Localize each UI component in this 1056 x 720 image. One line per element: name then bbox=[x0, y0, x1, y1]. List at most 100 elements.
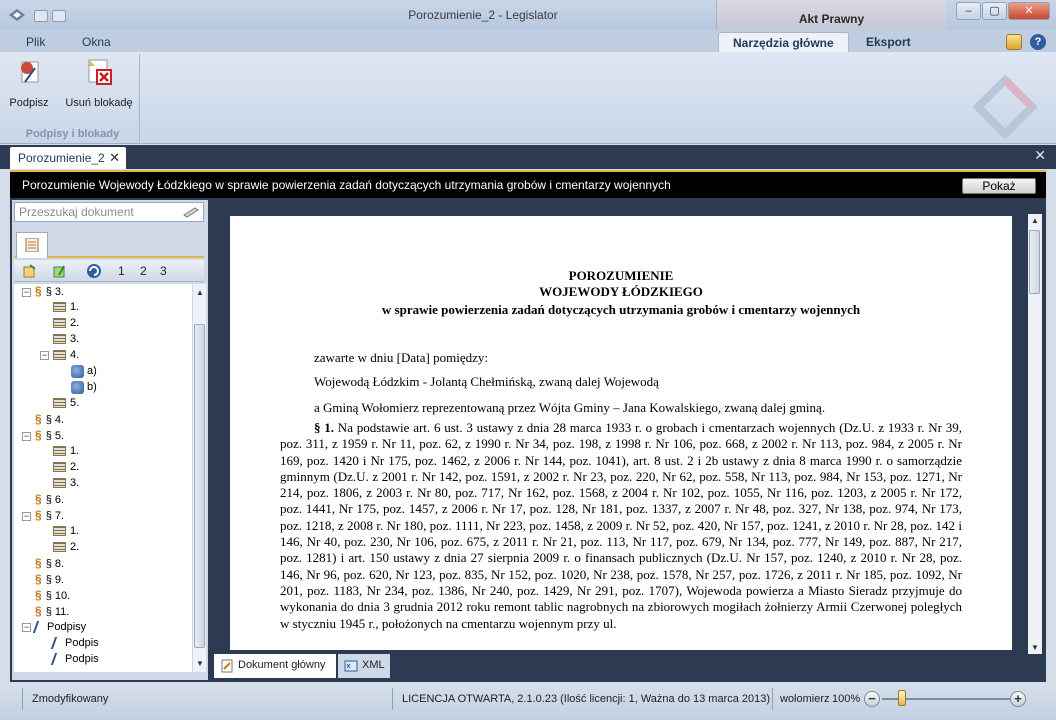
paragraph-label: § 1. bbox=[314, 420, 335, 435]
status-location: wolomierz bbox=[780, 693, 830, 705]
document-page[interactable]: POROZUMIENIE WOJEWODY ŁÓDZKIEGO w sprawi… bbox=[230, 216, 1012, 650]
tree-node-label: § 8. bbox=[45, 558, 65, 570]
tab-eksport[interactable]: Eksport bbox=[852, 32, 925, 52]
tree-node-label: 5. bbox=[70, 397, 80, 409]
tree-node[interactable]: 3. bbox=[40, 332, 79, 348]
maximize-button[interactable]: ▢ bbox=[982, 2, 1007, 20]
tree-node[interactable]: § § 4. bbox=[22, 412, 64, 428]
zoom-out-button[interactable]: − bbox=[864, 691, 880, 707]
search-icon[interactable] bbox=[183, 206, 199, 218]
context-tab-title: Akt Prawny bbox=[798, 12, 865, 26]
collapse-icon[interactable] bbox=[52, 263, 68, 279]
tree-node[interactable]: b) bbox=[58, 380, 97, 396]
tree-node[interactable]: a) bbox=[58, 364, 97, 380]
tree-node-label: 4. bbox=[70, 349, 80, 361]
refresh-icon[interactable] bbox=[86, 263, 102, 279]
point-icon bbox=[53, 542, 66, 553]
level-1-button[interactable]: 1 bbox=[118, 264, 125, 278]
signature-icon bbox=[50, 653, 62, 666]
status-separator bbox=[772, 688, 773, 710]
doc-title-line: w sprawie powierzenia zadań dotyczących … bbox=[381, 302, 861, 317]
tree-node[interactable]: 3. bbox=[40, 476, 79, 492]
tree-scroll-thumb[interactable] bbox=[194, 324, 205, 648]
tree-node[interactable]: − § § 7. bbox=[22, 508, 64, 524]
level-2-button[interactable]: 2 bbox=[140, 264, 147, 278]
sign-button[interactable]: Podpisz bbox=[8, 56, 50, 109]
folder-icon[interactable] bbox=[1006, 34, 1022, 50]
letter-icon bbox=[71, 364, 84, 378]
document-tab[interactable]: Porozumienie_2 ✕ bbox=[10, 147, 126, 169]
xml-icon bbox=[344, 660, 358, 672]
point-icon bbox=[53, 446, 66, 457]
tab-narzedzia-glowne[interactable]: Narzędzia główne bbox=[718, 32, 849, 52]
tree-node[interactable]: 2. bbox=[40, 460, 79, 476]
status-bar: Zmodyfikowany LICENCJA OTWARTA, 2.1.0.23… bbox=[0, 682, 1056, 720]
tree-node[interactable]: 1. bbox=[40, 524, 79, 540]
tree-node[interactable]: 2. bbox=[40, 316, 79, 332]
menu-okna[interactable]: Okna bbox=[82, 35, 111, 49]
doc-paragraph: § 1. Na podstawie art. 6 ust. 3 ustawy z… bbox=[280, 420, 962, 632]
tree-node[interactable]: 1. bbox=[40, 300, 79, 316]
tree-node[interactable]: § § 9. bbox=[22, 572, 64, 588]
collapse-toggle-icon[interactable]: − bbox=[22, 622, 31, 632]
scroll-up-icon[interactable]: ▲ bbox=[196, 288, 204, 297]
paragraph-icon: § bbox=[35, 428, 42, 442]
status-state: Zmodyfikowany bbox=[32, 693, 109, 705]
tree-node[interactable]: 1. bbox=[40, 444, 79, 460]
tree-node[interactable]: 5. bbox=[40, 396, 79, 412]
document-icon bbox=[221, 659, 233, 673]
collapse-toggle-icon[interactable]: − bbox=[22, 431, 31, 441]
tree-node[interactable]: − Podpisy bbox=[22, 620, 86, 636]
close-tab-icon[interactable]: ✕ bbox=[109, 150, 120, 166]
tree-node[interactable]: § § 6. bbox=[22, 492, 64, 508]
tree-scrollbar[interactable]: ▲ ▼ bbox=[192, 284, 206, 672]
search-input[interactable]: Przeszukaj dokument bbox=[14, 202, 204, 222]
structure-tab[interactable] bbox=[16, 232, 48, 258]
menu-plik[interactable]: Plik bbox=[26, 35, 45, 49]
tree-node[interactable]: − 4. bbox=[40, 348, 79, 364]
zoom-slider-thumb[interactable] bbox=[897, 690, 906, 706]
zoom-in-button[interactable]: + bbox=[1010, 691, 1026, 707]
tree-node-label: § 3. bbox=[45, 286, 65, 298]
structure-icon bbox=[25, 238, 39, 252]
collapse-toggle-icon[interactable]: − bbox=[40, 350, 49, 360]
tree-node[interactable]: § § 8. bbox=[22, 556, 64, 572]
ribbon-group-label: Podpisy i blokady bbox=[25, 128, 120, 140]
point-icon bbox=[53, 478, 66, 489]
tree-node-label: § 9. bbox=[45, 574, 65, 586]
scroll-up-icon[interactable]: ▲ bbox=[1031, 216, 1039, 225]
close-button[interactable]: ✕ bbox=[1008, 2, 1050, 20]
document-scrollbar[interactable]: ▲ ▼ bbox=[1028, 214, 1042, 654]
tree-node[interactable]: § § 10. bbox=[22, 588, 70, 604]
paragraph-icon: § bbox=[35, 412, 42, 426]
tree-node-label: § 5. bbox=[45, 430, 65, 442]
document-tab-label: Porozumienie_2 bbox=[18, 151, 105, 165]
tree-node[interactable]: § § 11. bbox=[22, 604, 69, 620]
tree-node[interactable]: 2. bbox=[40, 540, 79, 556]
expand-icon[interactable] bbox=[22, 263, 38, 279]
tree-node[interactable]: Podpis bbox=[40, 636, 99, 652]
tab-xml[interactable]: XML bbox=[338, 654, 390, 678]
document-tab-strip: Porozumienie_2 ✕ ✕ bbox=[0, 145, 1056, 169]
show-button[interactable]: Pokaż bbox=[962, 178, 1036, 194]
scroll-down-icon[interactable]: ▼ bbox=[1031, 643, 1039, 652]
point-icon bbox=[53, 398, 66, 409]
tree-node-label: § 4. bbox=[45, 414, 65, 426]
level-3-button[interactable]: 3 bbox=[160, 264, 167, 278]
collapse-toggle-icon[interactable]: − bbox=[22, 511, 31, 521]
tree-tab-bar bbox=[14, 228, 204, 258]
tree-node[interactable]: − § § 3. bbox=[22, 284, 64, 300]
collapse-toggle-icon[interactable]: − bbox=[22, 287, 31, 297]
minimize-button[interactable]: – bbox=[956, 2, 981, 20]
document-pane: POROZUMIENIE WOJEWODY ŁÓDZKIEGO w sprawi… bbox=[214, 200, 1044, 680]
tree-toolbar: 1 2 3 bbox=[14, 260, 204, 282]
tree-node[interactable]: Podpis bbox=[40, 652, 99, 668]
tree-node[interactable]: − § § 5. bbox=[22, 428, 64, 444]
sign-icon bbox=[21, 61, 39, 83]
tab-main-document[interactable]: Dokument główny bbox=[214, 654, 336, 678]
scroll-down-icon[interactable]: ▼ bbox=[196, 659, 204, 668]
close-all-icon[interactable]: ✕ bbox=[1034, 147, 1046, 164]
remove-lock-button[interactable]: Usuń blokadę bbox=[62, 56, 136, 109]
document-scroll-thumb[interactable] bbox=[1029, 230, 1040, 294]
help-icon[interactable]: ? bbox=[1030, 34, 1046, 50]
